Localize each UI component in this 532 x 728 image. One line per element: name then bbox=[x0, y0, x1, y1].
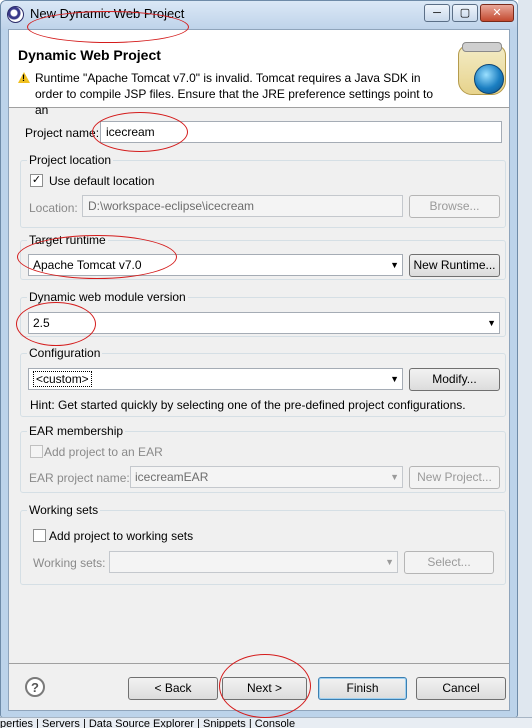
minimize-button[interactable]: ─ bbox=[424, 4, 450, 22]
next-button[interactable]: Next > bbox=[222, 677, 307, 700]
use-default-location-label: Use default location bbox=[49, 174, 155, 188]
add-to-ear-label: Add project to an EAR bbox=[44, 445, 163, 459]
cancel-button[interactable]: Cancel bbox=[416, 677, 506, 700]
ear-project-name-label: EAR project name: bbox=[29, 471, 130, 485]
ear-project-select[interactable]: icecreamEAR ▼ bbox=[130, 466, 403, 488]
background-strip bbox=[518, 0, 532, 728]
new-runtime-button[interactable]: New Runtime... bbox=[409, 254, 500, 277]
project-name-input[interactable]: icecream bbox=[100, 121, 502, 143]
background-views-bar: perties | Servers | Data Source Explorer… bbox=[0, 717, 532, 728]
back-button[interactable]: < Back bbox=[128, 677, 218, 700]
warning-icon-mark: ! bbox=[22, 73, 25, 83]
close-button[interactable]: ✕ bbox=[480, 4, 514, 22]
module-version-label: Dynamic web module version bbox=[27, 290, 188, 304]
configuration-value: <custom> bbox=[33, 371, 92, 387]
module-version-value: 2.5 bbox=[33, 316, 50, 330]
chevron-down-icon: ▼ bbox=[487, 318, 496, 328]
modify-button[interactable]: Modify... bbox=[409, 368, 500, 391]
location-input[interactable]: D:\workspace-eclipse\icecream bbox=[82, 195, 403, 217]
working-sets-select[interactable]: ▼ bbox=[109, 551, 398, 573]
wizard-banner-lid bbox=[462, 42, 502, 52]
target-runtime-value: Apache Tomcat v7.0 bbox=[33, 258, 142, 272]
maximize-button[interactable]: ▢ bbox=[452, 4, 478, 22]
configuration-label: Configuration bbox=[27, 346, 103, 360]
working-sets-field-label: Working sets: bbox=[33, 556, 106, 570]
ear-project-value: icecreamEAR bbox=[135, 470, 209, 484]
project-location-label: Project location bbox=[27, 153, 114, 167]
chevron-down-icon: ▼ bbox=[390, 374, 399, 384]
target-runtime-select[interactable]: Apache Tomcat v7.0 ▼ bbox=[28, 254, 403, 276]
configuration-hint: Hint: Get started quickly by selecting o… bbox=[30, 398, 466, 412]
browse-button[interactable]: Browse... bbox=[409, 195, 500, 218]
chevron-down-icon: ▼ bbox=[390, 260, 399, 270]
working-sets-label: Working sets bbox=[27, 503, 101, 517]
project-name-label: Project name: bbox=[25, 126, 100, 140]
configuration-select[interactable]: <custom> ▼ bbox=[28, 368, 403, 390]
use-default-location-checkbox[interactable]: ✓ bbox=[30, 174, 43, 187]
ear-membership-label: EAR membership bbox=[27, 424, 126, 438]
window-title: New Dynamic Web Project bbox=[30, 6, 185, 21]
select-working-sets-button[interactable]: Select... bbox=[404, 551, 494, 574]
globe-icon bbox=[474, 64, 504, 94]
target-runtime-label: Target runtime bbox=[27, 233, 108, 247]
chevron-down-icon: ▼ bbox=[390, 472, 399, 482]
page-title: Dynamic Web Project bbox=[18, 47, 161, 63]
warning-message: Runtime "Apache Tomcat v7.0" is invalid.… bbox=[35, 71, 433, 117]
help-icon[interactable]: ? bbox=[25, 677, 45, 697]
footer-separator bbox=[9, 663, 509, 664]
eclipse-app-icon bbox=[7, 6, 24, 23]
add-to-ear-checkbox[interactable] bbox=[30, 445, 43, 458]
new-ear-project-button[interactable]: New Project... bbox=[409, 466, 500, 489]
add-to-working-sets-label: Add project to working sets bbox=[49, 529, 194, 543]
add-to-working-sets-checkbox[interactable] bbox=[33, 529, 46, 542]
module-version-select[interactable]: 2.5 ▼ bbox=[28, 312, 500, 334]
finish-button[interactable]: Finish bbox=[318, 677, 407, 700]
chevron-down-icon: ▼ bbox=[385, 557, 394, 567]
location-label: Location: bbox=[29, 201, 78, 215]
